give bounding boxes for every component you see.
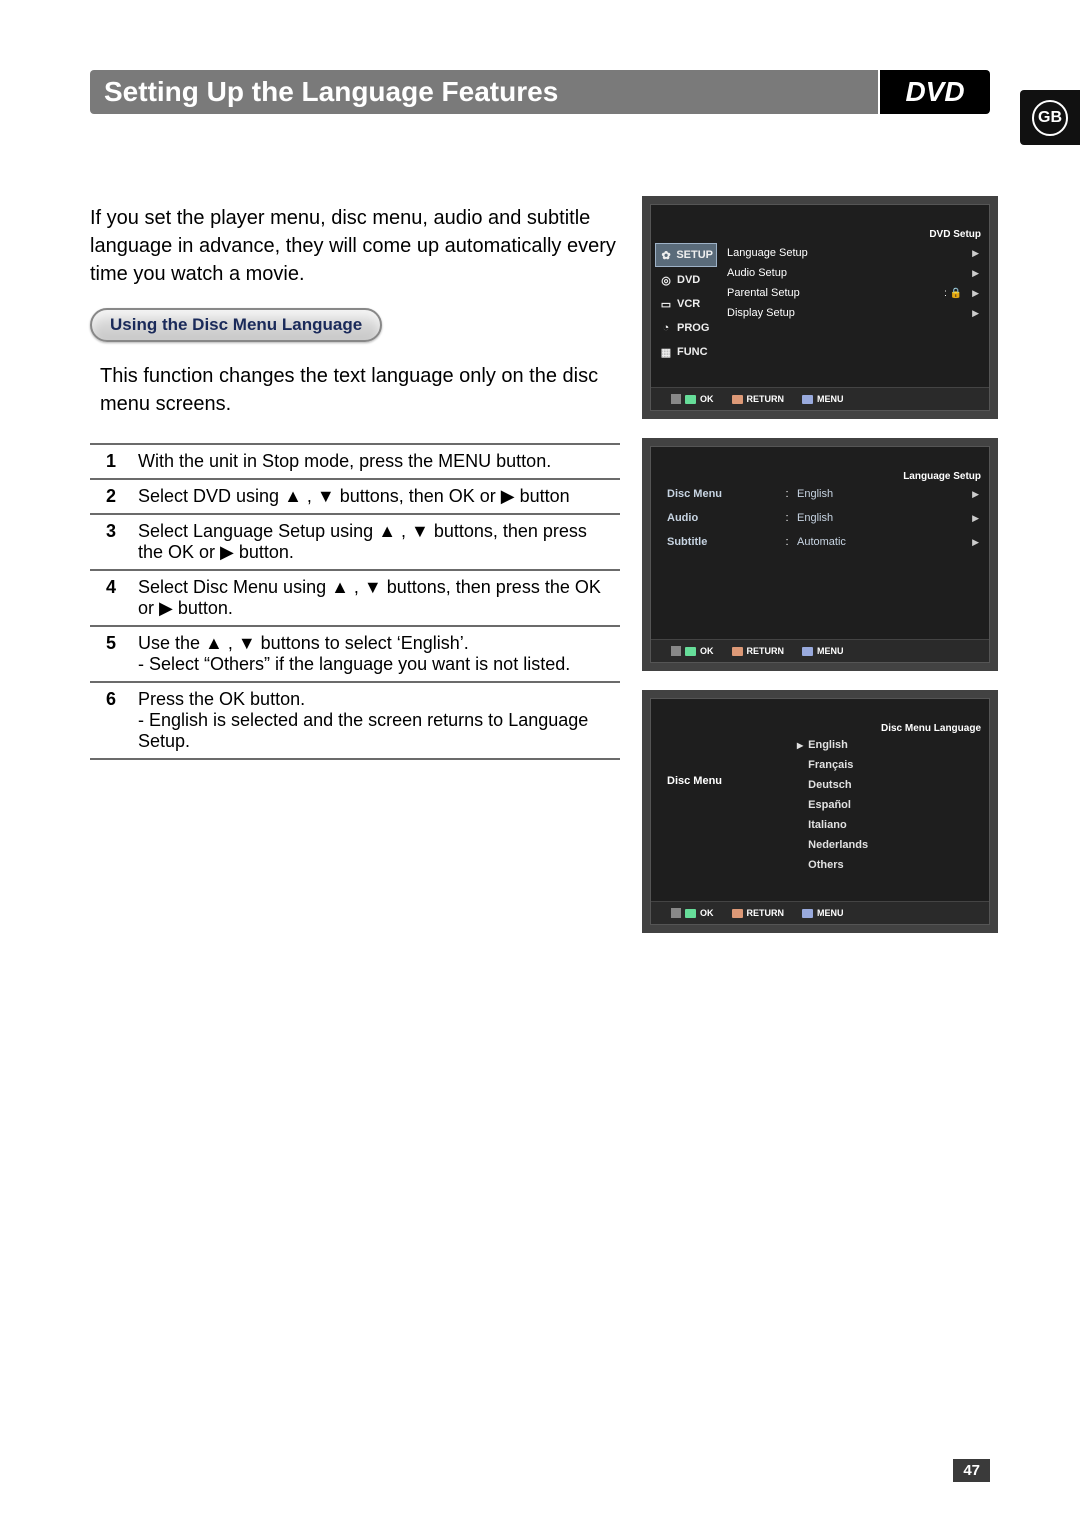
language-option[interactable]: ▶Français: [797, 757, 979, 773]
step-number: 5: [90, 626, 132, 682]
osd1-side-item[interactable]: ✿SETUP: [655, 243, 717, 267]
language-option[interactable]: ▶Nederlands: [797, 837, 979, 853]
language-option[interactable]: ▶Español: [797, 797, 979, 813]
language-option[interactable]: ▶English: [797, 737, 979, 753]
step-text: Use the ▲ , ▼ buttons to select ‘English…: [132, 626, 620, 682]
setup-icon: ✿: [659, 247, 673, 263]
language-option[interactable]: ▶Others: [797, 857, 979, 873]
selected-marker-icon: ▶: [797, 741, 803, 750]
osd2-row[interactable]: Subtitle:Automatic▶: [667, 533, 979, 551]
return-icon: [732, 909, 743, 918]
step-number: 4: [90, 570, 132, 626]
side-tab-label: GB: [1032, 100, 1068, 136]
chevron-right-icon: ▶: [972, 537, 979, 548]
func-icon: ▦: [658, 344, 674, 360]
language-option[interactable]: ▶Deutsch: [797, 777, 979, 793]
step-number: 1: [90, 444, 132, 479]
osd1-menu-item[interactable]: Parental Setup: 🔒▶: [727, 285, 979, 301]
chevron-right-icon: ▶: [972, 248, 979, 259]
osd1-side-item[interactable]: ▭VCR: [655, 293, 717, 315]
osd1-menu-item[interactable]: Audio Setup▶: [727, 265, 979, 281]
osd2-header: Language Setup: [903, 471, 981, 482]
step-number: 2: [90, 479, 132, 514]
osd2-row[interactable]: Disc Menu:English▶: [667, 485, 979, 503]
title-bar: Setting Up the Language Features DVD: [90, 70, 990, 114]
chevron-right-icon: ▶: [972, 288, 979, 299]
footer-menu: MENU: [817, 394, 844, 404]
footer-return: RETURN: [747, 394, 785, 404]
menu-icon: [802, 395, 813, 404]
osd-language-setup: Language Setup Disc Menu:English▶ Audio:E…: [650, 446, 990, 663]
menu-icon: [802, 909, 813, 918]
osd1-side-item[interactable]: ▦FUNC: [655, 341, 717, 363]
chevron-right-icon: ▶: [972, 489, 979, 500]
step-text: Press the OK button. - English is select…: [132, 682, 620, 759]
dvd-icon: ◎: [658, 272, 674, 288]
intro-text: If you set the player menu, disc menu, a…: [90, 204, 620, 288]
osd-disc-menu-language: Disc Menu Language Disc Menu ▶English ▶Fr…: [650, 698, 990, 925]
vcr-icon: ▭: [658, 296, 674, 312]
step-text: Select Language Setup using ▲ , ▼ button…: [132, 514, 620, 570]
ok-icon: [685, 395, 696, 404]
osd1-side-item[interactable]: ◔PROG: [655, 317, 717, 339]
language-option[interactable]: ▶Italiano: [797, 817, 979, 833]
osd3-left-label: Disc Menu: [667, 737, 797, 897]
footer-ok: OK: [700, 394, 714, 404]
page-title: Setting Up the Language Features: [90, 70, 878, 114]
osd1-menu-item[interactable]: Language Setup▶: [727, 245, 979, 261]
page-number: 47: [953, 1459, 990, 1482]
chevron-right-icon: ▶: [972, 513, 979, 524]
osd-footer: OK RETURN MENU: [651, 901, 989, 924]
step-text: With the unit in Stop mode, press the ME…: [132, 444, 620, 479]
osd-footer: OK RETURN MENU: [651, 639, 989, 662]
osd-footer: OK RETURN MENU: [651, 387, 989, 410]
prog-icon: ◔: [658, 320, 674, 336]
osd-dvd-setup: DVD Setup ✿SETUP◎DVD▭VCR◔PROG▦FUNC Langu…: [650, 204, 990, 411]
osd2-row[interactable]: Audio:English▶: [667, 509, 979, 527]
title-badge: DVD: [880, 70, 990, 114]
chevron-right-icon: ▶: [972, 308, 979, 319]
osd3-header: Disc Menu Language: [881, 723, 981, 734]
step-text: Select Disc Menu using ▲ , ▼ buttons, th…: [132, 570, 620, 626]
osd1-header: DVD Setup: [929, 229, 981, 240]
section-desc: This function changes the text language …: [90, 362, 620, 418]
return-icon: [732, 395, 743, 404]
side-tab: GB: [1020, 90, 1080, 145]
chevron-right-icon: ▶: [972, 268, 979, 279]
step-text: Select DVD using ▲ , ▼ buttons, then OK …: [132, 479, 620, 514]
steps-table: 1With the unit in Stop mode, press the M…: [90, 443, 620, 760]
osd1-menu-item[interactable]: Display Setup▶: [727, 305, 979, 321]
osd1-side-item[interactable]: ◎DVD: [655, 269, 717, 291]
section-pill: Using the Disc Menu Language: [90, 308, 382, 342]
step-number: 6: [90, 682, 132, 759]
return-icon: [732, 647, 743, 656]
step-number: 3: [90, 514, 132, 570]
ok-icon: [685, 909, 696, 918]
ok-icon: [685, 647, 696, 656]
menu-icon: [802, 647, 813, 656]
